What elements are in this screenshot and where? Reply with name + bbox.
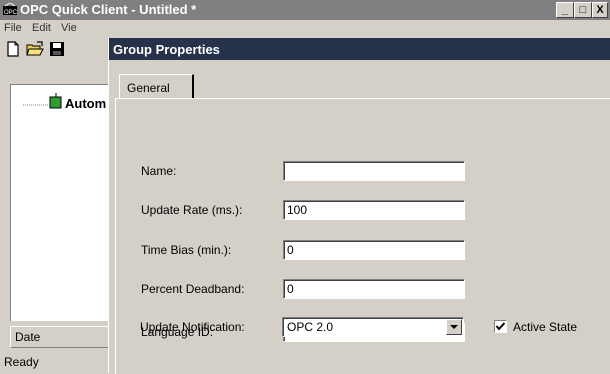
name-field[interactable] — [283, 161, 465, 181]
chevron-down-icon — [450, 325, 458, 329]
percent-deadband-field[interactable] — [283, 279, 465, 299]
toolbar — [0, 38, 110, 60]
update-notification-label: Update Notification: — [140, 320, 245, 334]
dialog-title-bar[interactable]: Group Properties — [109, 38, 610, 60]
checkmark-icon — [495, 322, 506, 331]
item-list-header: Date — [10, 326, 109, 348]
active-state-checkbox[interactable] — [494, 320, 507, 333]
percent-deadband-label: Percent Deadband: — [141, 282, 245, 296]
status-text: Ready — [4, 355, 39, 369]
open-folder-icon[interactable] — [26, 40, 44, 58]
active-state-label: Active State — [513, 320, 578, 334]
tree-node-label[interactable]: Autom — [65, 96, 106, 111]
column-header-date[interactable]: Date — [15, 330, 40, 344]
main-window-title: OPC Quick Client - Untitled * — [20, 2, 197, 17]
tab-general-label: General — [127, 81, 170, 95]
minimize-button[interactable]: _ — [556, 2, 574, 18]
menu-file[interactable]: File — [4, 22, 22, 34]
close-button[interactable]: X — [592, 2, 608, 18]
update-notification-value: OPC 2.0 — [287, 320, 334, 334]
update-rate-label: Update Rate (ms.): — [141, 203, 243, 217]
time-bias-label: Time Bias (min.): — [141, 243, 232, 257]
time-bias-field[interactable] — [283, 240, 465, 260]
menu-edit[interactable]: Edit — [32, 22, 51, 34]
maximize-button[interactable]: □ — [574, 2, 592, 18]
update-notification-select[interactable]: OPC 2.0 — [282, 317, 464, 337]
save-disk-icon[interactable] — [48, 40, 66, 58]
update-rate-field[interactable] — [283, 200, 465, 220]
main-title-bar[interactable]: OPC OPC Quick Client - Untitled * _ □ X — [0, 0, 610, 20]
opc-app-icon: OPC — [3, 3, 17, 16]
name-label: Name: — [141, 164, 177, 178]
dialog-title: Group Properties — [113, 42, 220, 57]
server-tree-view[interactable]: Autom — [10, 84, 109, 321]
new-file-icon[interactable] — [4, 40, 22, 58]
dropdown-button[interactable] — [446, 319, 462, 335]
menu-bar: File Edit Vie — [0, 20, 110, 38]
group-node-icon — [49, 93, 62, 109]
svg-text:OPC: OPC — [4, 10, 17, 16]
status-bar: Ready — [0, 353, 110, 373]
menu-view[interactable]: Vie — [61, 22, 77, 34]
tab-general[interactable]: General — [119, 74, 194, 99]
